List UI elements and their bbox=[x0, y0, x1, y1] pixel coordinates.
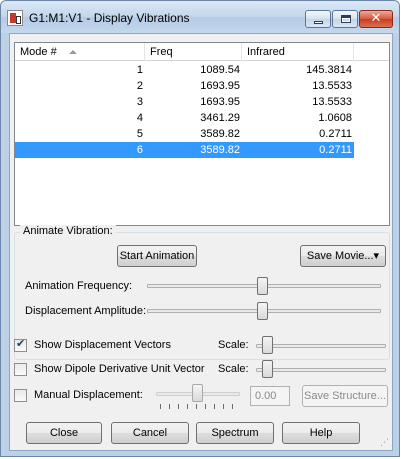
show-displacement-vectors-checkbox[interactable]: ✔ bbox=[14, 337, 27, 352]
show-dipole-vector-label: Show Dipole Derivative Unit Vector bbox=[34, 363, 205, 375]
displacement-scale-label: Scale: bbox=[218, 339, 249, 351]
displacement-amplitude-label: Displacement Amplitude: bbox=[25, 305, 147, 317]
cell-freq: 1089.54 bbox=[200, 64, 240, 76]
dialog-client-area: Mode # Freq Infrared 1 1089.54 145.3814 … bbox=[9, 33, 393, 451]
cell-infrared: 0.2711 bbox=[319, 128, 352, 140]
cell-freq: 3589.82 bbox=[200, 128, 240, 140]
close-icon: ✕ bbox=[370, 11, 382, 26]
table-row[interactable]: 5 3589.82 0.2711 bbox=[15, 126, 389, 142]
maximize-button[interactable] bbox=[332, 10, 358, 28]
animate-vibration-label: Animate Vibration: bbox=[20, 225, 116, 237]
dipole-scale-slider[interactable] bbox=[262, 360, 273, 378]
maximize-icon bbox=[341, 15, 351, 23]
manual-displacement-label: Manual Displacement: bbox=[34, 389, 143, 401]
cell-mode: 2 bbox=[136, 80, 143, 92]
cell-mode: 5 bbox=[136, 128, 143, 140]
cell-mode: 6 bbox=[136, 144, 143, 156]
column-header-freq[interactable]: Freq bbox=[145, 43, 242, 61]
table-row[interactable]: 1 1089.54 145.3814 bbox=[15, 62, 389, 78]
title-bar[interactable]: G1:M1:V1 - Display Vibrations ✕ bbox=[1, 1, 399, 33]
cell-mode: 1 bbox=[136, 64, 143, 76]
list-header: Mode # Freq Infrared bbox=[15, 43, 389, 61]
save-structure-button[interactable]: Save Structure... bbox=[302, 385, 388, 407]
save-movie-button[interactable]: Save Movie...▾ bbox=[300, 245, 386, 267]
cell-freq: 1693.95 bbox=[200, 96, 240, 108]
dipole-scale-label: Scale: bbox=[218, 363, 249, 375]
cell-mode: 3 bbox=[136, 96, 143, 108]
column-header-mode-label: Mode # bbox=[20, 46, 57, 58]
manual-displacement-value-field[interactable]: 0.00 bbox=[250, 386, 290, 406]
column-header-infrared[interactable]: Infrared bbox=[242, 43, 354, 61]
cell-freq: 3461.29 bbox=[200, 112, 240, 124]
table-row[interactable]: 6 3589.82 0.2711 bbox=[15, 142, 389, 158]
table-row[interactable]: 3 1693.95 13.5533 bbox=[15, 94, 389, 110]
help-button[interactable]: Help bbox=[282, 422, 360, 444]
close-window-button[interactable]: ✕ bbox=[359, 10, 393, 28]
start-animation-button[interactable]: Start Animation bbox=[117, 245, 197, 267]
cancel-button[interactable]: Cancel bbox=[111, 422, 189, 444]
vibration-mode-list[interactable]: Mode # Freq Infrared 1 1089.54 145.3814 … bbox=[14, 42, 390, 226]
manual-displacement-checkbox[interactable] bbox=[14, 389, 27, 402]
animation-frequency-label: Animation Frequency: bbox=[25, 280, 132, 292]
show-dipole-vector-checkbox[interactable] bbox=[14, 363, 27, 376]
dropdown-arrow-icon: ▾ bbox=[373, 250, 380, 262]
minimize-icon bbox=[314, 21, 323, 24]
manual-displacement-ticks bbox=[160, 404, 240, 410]
table-row[interactable]: 2 1693.95 13.5533 bbox=[15, 78, 389, 94]
displacement-amplitude-slider[interactable] bbox=[257, 302, 268, 320]
cell-infrared: 13.5533 bbox=[312, 80, 352, 92]
sort-ascending-icon bbox=[69, 50, 77, 54]
cell-mode: 4 bbox=[136, 112, 143, 124]
animation-frequency-slider[interactable] bbox=[257, 277, 268, 295]
dipole-scale-track[interactable] bbox=[256, 368, 386, 372]
cell-infrared: 145.3814 bbox=[306, 64, 352, 76]
show-displacement-vectors-label: Show Displacement Vectors bbox=[34, 339, 171, 351]
minimize-button[interactable] bbox=[305, 10, 331, 28]
cell-freq: 1693.95 bbox=[200, 80, 240, 92]
cell-infrared: 1.0608 bbox=[318, 112, 352, 124]
cell-infrared: 13.5533 bbox=[312, 96, 352, 108]
column-header-mode[interactable]: Mode # bbox=[15, 43, 145, 61]
cell-infrared: 0.2711 bbox=[319, 144, 352, 156]
checkmark-icon: ✔ bbox=[16, 337, 26, 350]
manual-displacement-slider[interactable] bbox=[192, 384, 203, 402]
resize-grip-icon[interactable]: ⋰ bbox=[380, 438, 390, 448]
spectrum-button[interactable]: Spectrum bbox=[196, 422, 274, 444]
table-row[interactable]: 4 3461.29 1.0608 bbox=[15, 110, 389, 126]
close-button[interactable]: Close bbox=[26, 422, 102, 444]
displacement-scale-track[interactable] bbox=[256, 344, 386, 348]
app-icon bbox=[7, 10, 23, 26]
display-vibrations-window: G1:M1:V1 - Display Vibrations ✕ Mode # F… bbox=[0, 0, 400, 457]
displacement-scale-slider[interactable] bbox=[262, 336, 273, 354]
cell-freq: 3589.82 bbox=[200, 144, 240, 156]
window-title: G1:M1:V1 - Display Vibrations bbox=[29, 11, 190, 25]
save-movie-label: Save Movie... bbox=[306, 250, 374, 262]
